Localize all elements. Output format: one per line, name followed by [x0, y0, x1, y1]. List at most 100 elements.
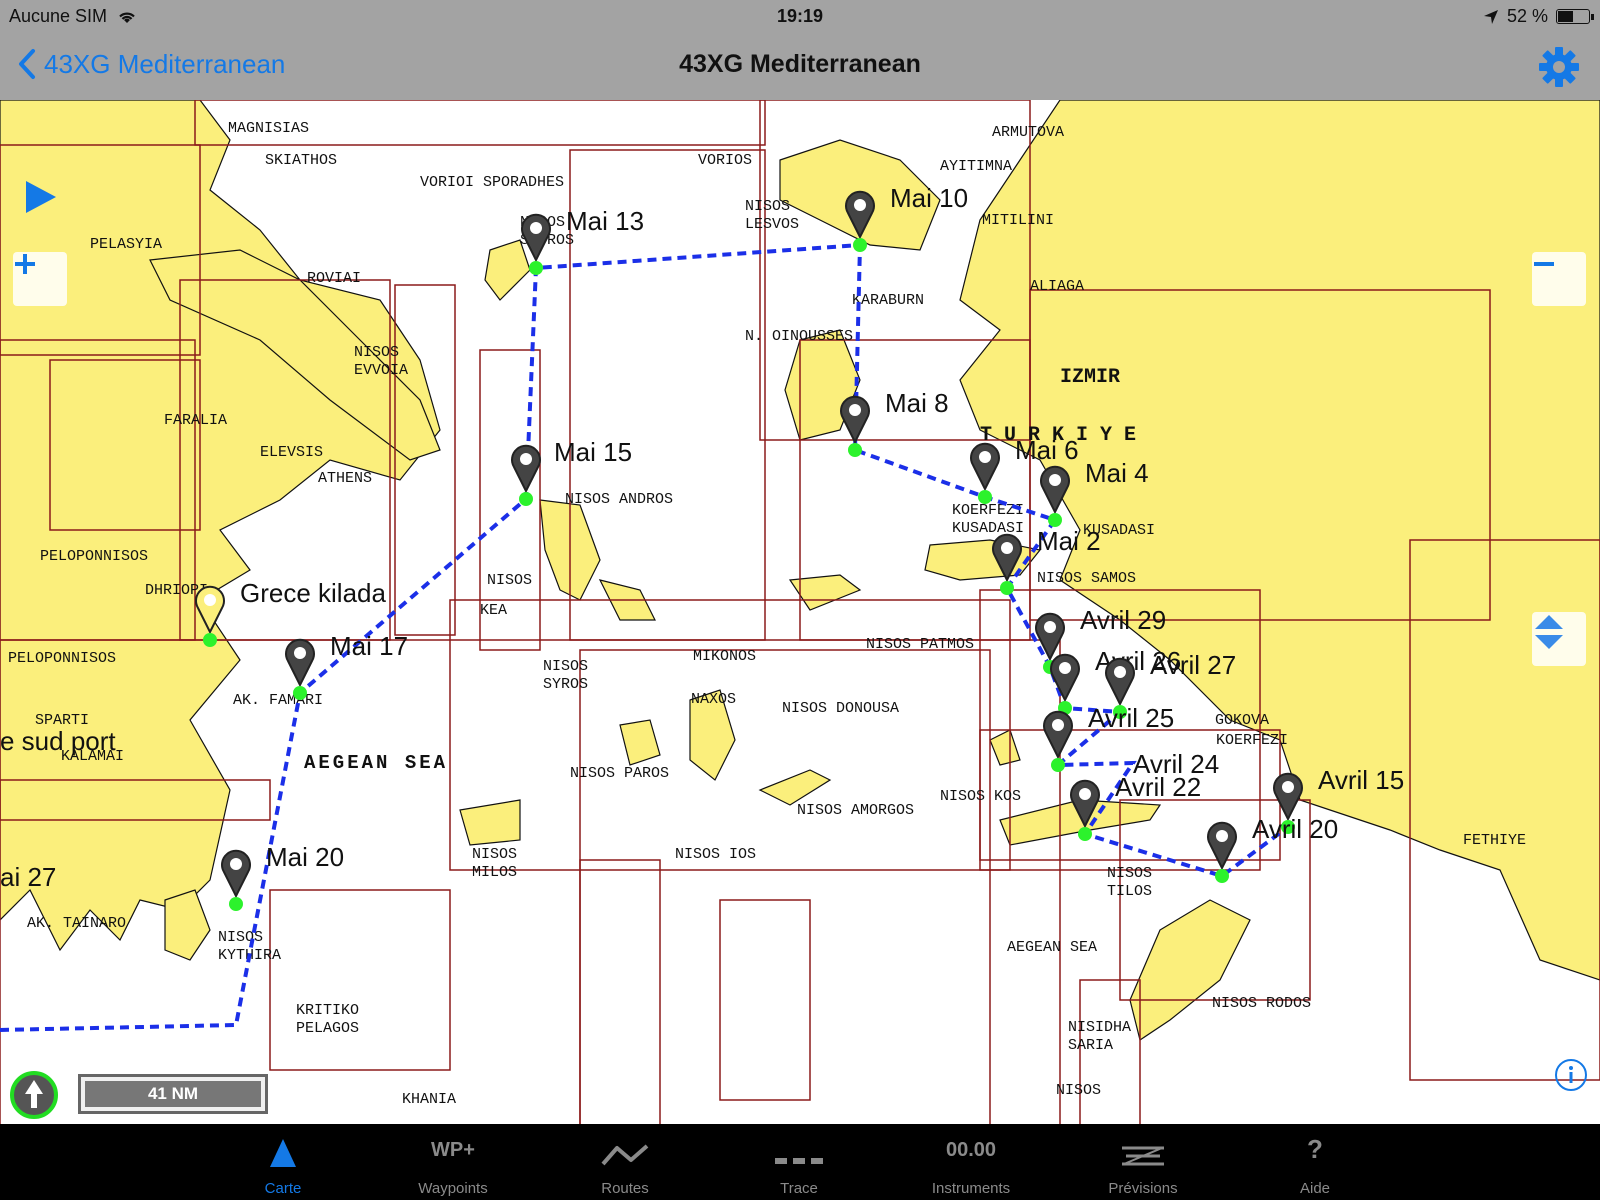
waypoint-label: e sud port: [0, 726, 116, 756]
map-label: NAXOS: [691, 691, 736, 708]
map-label: NISOS DONOUSA: [782, 700, 899, 717]
map-pin-hole: [294, 647, 306, 659]
waypoint-label: Avril 22: [1115, 772, 1201, 802]
map-pin-icon[interactable]: [970, 442, 1000, 492]
map-pin-icon[interactable]: [840, 395, 870, 445]
map-pin-icon[interactable]: [521, 213, 551, 263]
map-pin-icon[interactable]: [1043, 710, 1073, 760]
waypoint-label: Mai 10: [890, 183, 968, 213]
waypoint-marker[interactable]: e sud port: [0, 726, 116, 756]
tab-carte[interactable]: Carte: [223, 1124, 343, 1200]
waypoint-label: ai 27: [0, 862, 56, 892]
tab-routes[interactable]: Routes: [565, 1124, 685, 1200]
map-pin-icon[interactable]: [1105, 657, 1135, 707]
map-pin-hole: [1049, 474, 1061, 486]
play-icon[interactable]: [22, 178, 60, 216]
waypoint-dot[interactable]: [1078, 827, 1092, 841]
tab-waypoints[interactable]: WP+ Waypoints: [393, 1124, 513, 1200]
waypoint-dot[interactable]: [229, 897, 243, 911]
map-pin-icon[interactable]: [1273, 772, 1303, 822]
status-bar: Aucune SIM 19:19 52 %: [0, 0, 1600, 34]
map-label: NISOS MILOS: [472, 846, 517, 881]
info-icon[interactable]: [1554, 1058, 1588, 1092]
tab-label: Prévisions: [1108, 1180, 1178, 1197]
page-title: 43XG Mediterranean: [679, 50, 921, 78]
waypoint-dot[interactable]: [1215, 869, 1229, 883]
map-triangle-icon: [270, 1139, 296, 1167]
map-label: PELASYIA: [90, 236, 162, 253]
map-label: FETHIYE: [1463, 832, 1526, 849]
waypoint-dot[interactable]: [848, 443, 862, 457]
layers-toggle-button[interactable]: [1532, 612, 1586, 666]
waypoint-dot[interactable]: [519, 492, 533, 506]
map-label: NISOS SAMOS: [1037, 570, 1136, 587]
landmass-milos: [459, 799, 521, 846]
north-arrow-icon[interactable]: [9, 1070, 59, 1120]
map-label: KEA: [480, 602, 507, 619]
landmass-skyros: [484, 239, 531, 301]
waypoint-label: Mai 13: [566, 206, 644, 236]
map-pin-icon[interactable]: [285, 638, 315, 688]
map-pin-hole: [1059, 662, 1071, 674]
waypoint-dot[interactable]: [978, 490, 992, 504]
tab-label: Carte: [264, 1180, 302, 1197]
map-pin-hole: [1114, 666, 1126, 678]
map-label: N. OINOUSSES: [745, 328, 853, 345]
waypoint-dot[interactable]: [1048, 513, 1062, 527]
waypoint-label: Mai 15: [554, 437, 632, 467]
waypoint-marker[interactable]: Mai 8: [840, 388, 949, 457]
battery-percent: 52 %: [1506, 6, 1548, 26]
waypoint-dot[interactable]: [529, 261, 543, 275]
map-label: MAGNISIAS: [228, 120, 309, 137]
tab-trace[interactable]: Trace: [739, 1124, 859, 1200]
map-label: NISOS SYROS: [543, 658, 588, 693]
location-arrow-icon: [1483, 9, 1498, 24]
chart-map[interactable]: MAGNISIAS SKIATHOS VORIOI SPORADHES VORIOS A…: [0, 100, 1600, 1124]
tab-aide[interactable]: ? Aide: [1255, 1124, 1375, 1200]
map-label: PELOPONNISOS: [8, 650, 116, 667]
zoom-out-button[interactable]: [1532, 252, 1586, 306]
waypoint-marker[interactable]: Mai 17: [285, 631, 408, 700]
map-pin-hole: [520, 453, 532, 465]
map-pin-icon[interactable]: [511, 444, 541, 494]
landmass-paros: [619, 719, 661, 766]
waypoint-label: Avril 20: [1252, 814, 1338, 844]
waypoint-label: Grece kilada: [240, 578, 386, 608]
map-label: NISIDHA SARIA: [1068, 1019, 1131, 1054]
waypoint-marker[interactable]: ai 27: [0, 862, 56, 892]
waypoint-dot[interactable]: [203, 633, 217, 647]
map-pin-icon[interactable]: [1207, 821, 1237, 871]
map-label: MIKONOS: [693, 648, 756, 665]
landmass-greece: [0, 100, 441, 952]
map-pin-hole: [530, 222, 542, 234]
waypoint-marker[interactable]: Mai 20: [221, 842, 344, 911]
map-pin-hole: [1044, 621, 1056, 633]
waypoint-dot[interactable]: [853, 238, 867, 252]
map-label: AEGEAN SEA: [304, 752, 448, 774]
map-label: NISOS PATMOS: [866, 636, 974, 653]
landmass-amorgos: [758, 769, 832, 806]
map-label: AEGEAN SEA: [1007, 939, 1097, 956]
map-label: ELEVSIS: [260, 444, 323, 461]
waypoint-dot[interactable]: [1051, 758, 1065, 772]
landmass-samos: [924, 539, 1042, 581]
waypoint-label: Avril 25: [1088, 703, 1174, 733]
minus-icon: [1534, 262, 1554, 266]
waypoint-dot[interactable]: [293, 686, 307, 700]
waypoint-label: Mai 6: [1015, 435, 1079, 465]
gear-icon[interactable]: [1538, 46, 1580, 88]
map-pin-hole: [979, 451, 991, 463]
map-pin-icon[interactable]: [1040, 465, 1070, 515]
map-pin-icon[interactable]: [1050, 653, 1080, 703]
tab-previsions[interactable]: Prévisions: [1083, 1124, 1203, 1200]
zoom-in-button[interactable]: [13, 252, 67, 306]
map-canvas[interactable]: MAGNISIAS SKIATHOS VORIOI SPORADHES VORIOS A…: [0, 100, 1600, 1124]
tab-instruments[interactable]: 00.00 Instruments: [911, 1124, 1031, 1200]
waypoint-dot[interactable]: [1000, 581, 1014, 595]
tab-label: Routes: [601, 1180, 649, 1197]
map-pin-hole: [1001, 542, 1013, 554]
wp-plus-icon: WP+: [431, 1138, 475, 1161]
map-pin-icon[interactable]: [221, 849, 251, 899]
map-pin-hole: [1052, 719, 1064, 731]
waypoint-marker[interactable]: Avril 20: [1207, 814, 1338, 883]
